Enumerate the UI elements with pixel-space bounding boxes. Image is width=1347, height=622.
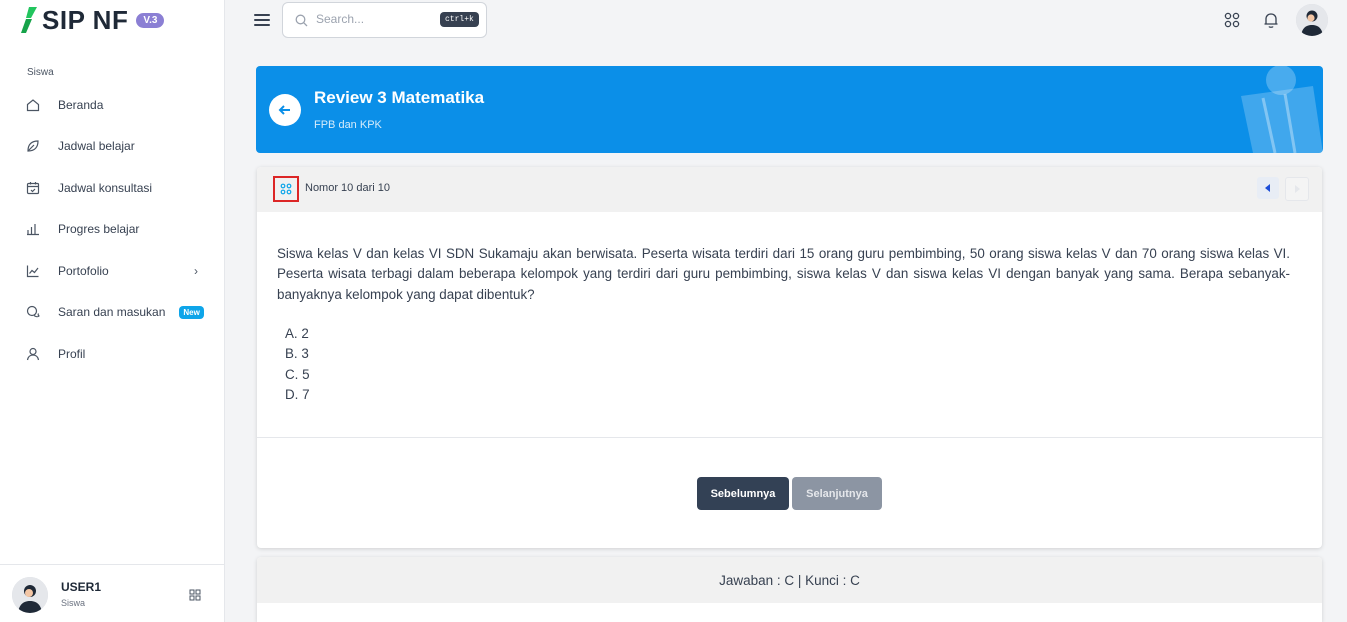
search-icon bbox=[295, 14, 308, 27]
keyboard-shortcut-badge: ctrl+k bbox=[440, 12, 479, 27]
answer-summary: Jawaban : C | Kunci : C bbox=[257, 557, 1322, 603]
sidebar-item-jadwal-konsultasi[interactable]: Jadwal konsultasi bbox=[0, 167, 225, 209]
sidebar-item-label: Saran dan masukan bbox=[58, 305, 166, 320]
sidebar-item-beranda[interactable]: Beranda bbox=[0, 84, 225, 126]
sidebar-item-label: Beranda bbox=[58, 97, 104, 112]
home-icon bbox=[26, 98, 40, 112]
search-input[interactable] bbox=[316, 12, 426, 26]
next-question-arrow[interactable] bbox=[1285, 177, 1309, 201]
sidebar-item-jadwal-belajar[interactable]: Jadwal belajar bbox=[0, 126, 225, 168]
caret-right-icon bbox=[1295, 185, 1300, 193]
switch-layout-icon[interactable] bbox=[189, 589, 201, 601]
search-box[interactable]: ctrl+k bbox=[282, 2, 487, 38]
user-icon bbox=[26, 347, 40, 361]
profile-avatar[interactable] bbox=[1296, 4, 1328, 36]
caret-left-icon bbox=[1265, 184, 1270, 192]
page-subtitle: FPB dan KPK bbox=[314, 119, 382, 131]
grid-icon bbox=[280, 183, 292, 195]
sidebar-item-label: Profil bbox=[58, 346, 86, 361]
question-list-button[interactable] bbox=[273, 176, 299, 202]
chevron-right-icon: › bbox=[194, 263, 198, 278]
footer-user-name: USER1 bbox=[61, 580, 102, 594]
sidebar-nav: Beranda Jadwal belajar Jadwal konsultasi… bbox=[0, 84, 225, 375]
sidebar-item-label: Progres belajar bbox=[58, 222, 140, 237]
option-b[interactable]: B. 3 bbox=[285, 344, 310, 364]
avatar[interactable] bbox=[12, 577, 48, 613]
student-illustration-icon bbox=[1241, 66, 1323, 153]
previous-button[interactable]: Sebelumnya bbox=[697, 477, 789, 510]
next-button[interactable]: Selanjutnya bbox=[792, 477, 882, 510]
answer-options: A. 2 B. 3 C. 5 D. 7 bbox=[285, 324, 310, 405]
option-a[interactable]: A. 2 bbox=[285, 324, 310, 344]
answer-card: Jawaban : C | Kunci : C bbox=[257, 557, 1322, 622]
new-badge: New bbox=[179, 305, 204, 319]
prev-question-arrow[interactable] bbox=[1257, 177, 1279, 199]
logo-text: SIP NF bbox=[42, 4, 129, 35]
bar-chart-icon bbox=[26, 222, 40, 236]
sidebar-item-label: Portofolio bbox=[58, 263, 109, 278]
sidebar-item-profil[interactable]: Profil bbox=[0, 333, 225, 375]
page-title: Review 3 Matematika bbox=[314, 88, 485, 107]
line-chart-icon bbox=[26, 264, 40, 278]
option-c[interactable]: C. 5 bbox=[285, 365, 310, 385]
back-button[interactable] bbox=[269, 94, 301, 126]
logo-mark-icon bbox=[21, 7, 37, 33]
sidebar-item-portofolio[interactable]: Portofolio › bbox=[0, 250, 225, 292]
arrow-left-icon bbox=[278, 105, 290, 115]
sidebar-user-footer: USER1 Siswa bbox=[0, 564, 225, 622]
sidebar-item-label: Jadwal belajar bbox=[58, 139, 135, 154]
card-divider bbox=[257, 437, 1322, 438]
page-banner: Review 3 Matematika FPB dan KPK bbox=[256, 66, 1323, 153]
calendar-check-icon bbox=[26, 181, 40, 195]
bell-icon[interactable] bbox=[1262, 11, 1280, 29]
footer-user-role: Siswa bbox=[61, 598, 86, 608]
apps-grid-icon[interactable] bbox=[1223, 11, 1241, 29]
sidebar-item-progres-belajar[interactable]: Progres belajar bbox=[0, 209, 225, 251]
sidebar-item-label: Jadwal konsultasi bbox=[58, 180, 153, 195]
app-logo[interactable]: SIP NF V.3 bbox=[20, 4, 165, 35]
question-text: Siswa kelas V dan kelas VI SDN Sukamaju … bbox=[277, 246, 1290, 302]
sidebar-item-saran-dan-masukan[interactable]: Saran dan masukan New bbox=[0, 292, 225, 334]
chat-icon bbox=[26, 305, 40, 319]
question-card-header: Nomor 10 dari 10 bbox=[257, 167, 1322, 212]
leaf-icon bbox=[26, 139, 40, 153]
question-number: Nomor 10 dari 10 bbox=[305, 182, 390, 194]
option-d[interactable]: D. 7 bbox=[285, 385, 310, 405]
question-card: Nomor 10 dari 10 Siswa kelas V dan kelas… bbox=[257, 167, 1322, 548]
sidebar-section-label: Siswa bbox=[27, 67, 54, 78]
version-badge: V.3 bbox=[136, 12, 165, 28]
hamburger-menu-icon[interactable] bbox=[254, 14, 270, 28]
sidebar: SIP NF V.3 Siswa Beranda Jadwal belajar … bbox=[0, 0, 225, 622]
